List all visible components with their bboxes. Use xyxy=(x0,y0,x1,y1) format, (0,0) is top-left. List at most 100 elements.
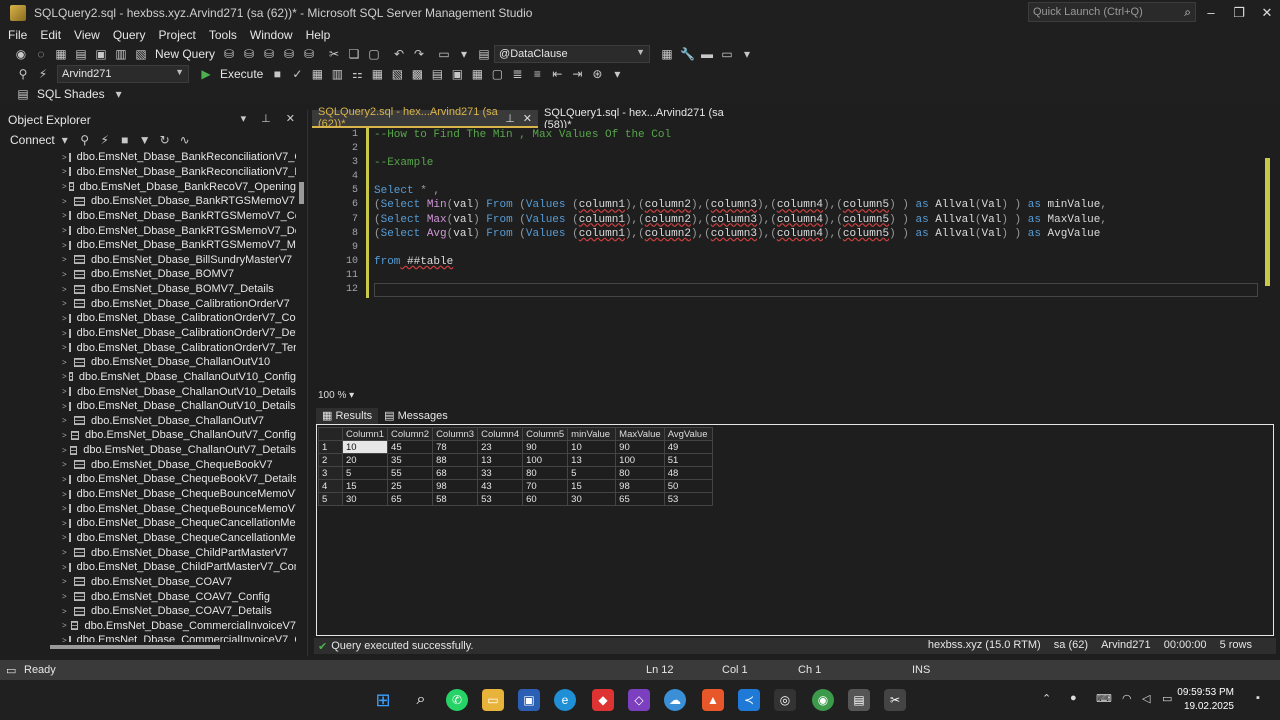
panel-controls[interactable]: ▾ ⊥ ✕ xyxy=(241,112,301,125)
column-header[interactable]: AvgValue xyxy=(663,427,713,441)
undo-icon[interactable]: ↶ xyxy=(392,47,406,61)
maximize-button[interactable]: ❐ xyxy=(1224,0,1254,26)
chevron-right-icon[interactable]: > xyxy=(62,636,67,642)
grid-cell[interactable]: 45 xyxy=(387,440,434,454)
tree-item-table[interactable]: > dbo.EmsNet_Dbase_CalibrationOrderV7 xyxy=(0,296,296,311)
chevron-right-icon[interactable]: > xyxy=(62,475,67,484)
tree-item-table[interactable]: > dbo.EmsNet_Dbase_ChallanOutV10_Config xyxy=(0,370,296,385)
wrench-icon[interactable]: 🔧 xyxy=(680,47,695,61)
edge-icon[interactable]: e xyxy=(554,689,576,711)
volume-icon[interactable]: ◁ xyxy=(1142,692,1150,705)
chevron-right-icon[interactable]: > xyxy=(62,519,67,528)
zoom-level[interactable]: 100 % ▾ xyxy=(312,390,1274,404)
tree-item-table[interactable]: > dbo.EmsNet_Dbase_CommercialInvoiceV7 xyxy=(0,619,296,634)
grid-cell[interactable]: 58 xyxy=(432,492,479,506)
chevron-right-icon[interactable]: > xyxy=(62,182,67,191)
grid-cell[interactable]: 100 xyxy=(522,453,569,467)
close-icon[interactable]: ✕ xyxy=(523,112,532,125)
chevron-right-icon[interactable]: > xyxy=(62,270,72,279)
back-icon[interactable]: ◉ xyxy=(14,47,28,61)
grid-cell[interactable]: 88 xyxy=(432,453,479,467)
visual-studio-icon[interactable]: ◇ xyxy=(628,689,650,711)
tree-item-table[interactable]: > dbo.EmsNet_Dbase_BankRecoV7_Opening xyxy=(0,179,296,194)
stop-icon[interactable]: ■ xyxy=(118,133,132,147)
store-icon[interactable]: ▣ xyxy=(518,689,540,711)
menu-query[interactable]: Query xyxy=(113,28,146,42)
quick-launch-input[interactable]: Quick Launch (Ctrl+Q) ⌕ xyxy=(1028,2,1196,22)
copy-icon[interactable]: ❏ xyxy=(347,47,361,61)
start-icon[interactable]: ⊞ xyxy=(372,689,394,711)
tree-item-table[interactable]: > dbo.EmsNet_Dbase_ChallanOutV10_DetailsL… xyxy=(0,399,296,414)
tree-item-table[interactable]: > dbo.EmsNet_Dbase_CalibrationOrderV7_Con… xyxy=(0,311,296,326)
chevron-right-icon[interactable]: > xyxy=(62,197,72,206)
tree-item-table[interactable]: > dbo.EmsNet_Dbase_BankRTGSMemoV7_Config xyxy=(0,209,296,224)
close-button[interactable]: ✕ xyxy=(1252,0,1280,26)
cut-icon[interactable]: ✂ xyxy=(327,47,341,61)
editor-scrollbar[interactable] xyxy=(1260,128,1274,390)
tree-item-table[interactable]: > dbo.EmsNet_Dbase_BOMV7_Details xyxy=(0,282,296,297)
tab-results[interactable]: ▦ Results xyxy=(316,408,379,424)
grid-cell[interactable]: 10 xyxy=(567,440,617,454)
grid-cell[interactable]: 98 xyxy=(432,479,479,493)
sql-shades-icon[interactable]: ▤ xyxy=(16,87,30,101)
connect-icon[interactable]: ⚲ xyxy=(78,133,92,147)
new-project-icon[interactable]: ▦ xyxy=(54,47,68,61)
change-connection-icon[interactable]: ⚡ xyxy=(36,67,50,81)
corner-cell[interactable] xyxy=(318,427,343,441)
wifi-icon[interactable]: ◠ xyxy=(1122,692,1132,705)
grid-cell[interactable]: 80 xyxy=(522,466,569,480)
whatsapp-icon[interactable]: ✆ xyxy=(446,689,468,711)
chevron-right-icon[interactable]: > xyxy=(62,504,67,513)
row-number-cell[interactable]: 3 xyxy=(318,466,343,480)
tree-item-table[interactable]: > dbo.EmsNet_Dbase_ChallanOutV7_Config xyxy=(0,428,296,443)
grid-cell[interactable]: 48 xyxy=(663,466,713,480)
chevron-right-icon[interactable]: > xyxy=(62,285,72,294)
chevron-right-icon[interactable]: > xyxy=(62,607,72,616)
chevron-right-icon[interactable]: > xyxy=(62,621,69,630)
chevron-right-icon[interactable]: > xyxy=(62,255,72,264)
results-grid[interactable]: Column1 Column2 Column3 Column4 Column5 minVa… xyxy=(318,427,713,506)
tree-item-table[interactable]: > dbo.EmsNet_Dbase_ChallanOutV10 xyxy=(0,355,296,370)
tree-item-table[interactable]: > dbo.EmsNet_Dbase_ChildPartMasterV7_Conf… xyxy=(0,560,296,575)
menu-help[interactable]: Help xyxy=(306,28,331,42)
column-header[interactable]: Column5 xyxy=(522,427,569,441)
chevron-right-icon[interactable]: > xyxy=(62,372,67,381)
chevron-right-icon[interactable]: > xyxy=(62,314,67,323)
grid-cell[interactable]: 33 xyxy=(477,466,524,480)
chevron-right-icon[interactable]: > xyxy=(62,563,67,572)
row-number-cell[interactable]: 4 xyxy=(318,479,343,493)
find-combo[interactable]: @DataClause ▼ xyxy=(494,45,651,63)
chevron-right-icon[interactable]: > xyxy=(62,329,67,338)
parse-icon[interactable]: ✓ xyxy=(290,67,304,81)
notification-icon[interactable]: ▪ xyxy=(1256,692,1260,704)
grid-cell[interactable]: 50 xyxy=(663,479,713,493)
grid-cell[interactable]: 13 xyxy=(567,453,617,467)
client-stats-icon[interactable]: ▤ xyxy=(430,67,444,81)
toolbar-options-icon[interactable]: ▾ xyxy=(740,47,754,61)
table-row[interactable]: 3 5 55 68 33 80 5 80 48 xyxy=(318,466,713,480)
chevron-right-icon[interactable]: > xyxy=(62,153,67,162)
tree-item-table[interactable]: > dbo.EmsNet_Dbase_ChequeCancellationMemo… xyxy=(0,531,296,546)
brave-icon[interactable]: ▲ xyxy=(702,689,724,711)
find-icon[interactable]: ▤ xyxy=(477,47,491,61)
anydesk-icon[interactable]: ◆ xyxy=(592,689,614,711)
menu-tools[interactable]: Tools xyxy=(209,28,237,42)
dropdown-icon[interactable]: ▾ xyxy=(457,47,471,61)
grid-cell[interactable]: 20 xyxy=(341,453,389,467)
tree-item-table[interactable]: > dbo.EmsNet_Dbase_BankReconciliationV7_R… xyxy=(0,165,296,180)
tree-item-table[interactable]: > dbo.EmsNet_Dbase_ChequeBounceMemoV7_Co xyxy=(0,501,296,516)
menu-file[interactable]: File xyxy=(8,28,27,42)
grid-cell[interactable]: 70 xyxy=(522,479,569,493)
grid-cell[interactable]: 5 xyxy=(567,466,617,480)
redo-icon[interactable]: ↷ xyxy=(412,47,426,61)
grid-cell[interactable]: 90 xyxy=(522,440,569,454)
pin-icon[interactable]: ⊥ xyxy=(505,112,515,125)
tree-item-table[interactable]: > dbo.EmsNet_Dbase_ChallanOutV7_Details xyxy=(0,443,296,458)
grid-cell[interactable]: 90 xyxy=(615,440,665,454)
row-number-cell[interactable]: 2 xyxy=(318,453,343,467)
tree-item-table[interactable]: > dbo.EmsNet_Dbase_COAV7 xyxy=(0,575,296,590)
chevron-down-icon[interactable]: ▾ xyxy=(58,133,72,147)
new-query-icon[interactable]: ▧ xyxy=(134,47,148,61)
grid-cell[interactable]: 53 xyxy=(663,492,713,506)
db-engine-query-icon[interactable]: ⛁ xyxy=(222,47,236,61)
